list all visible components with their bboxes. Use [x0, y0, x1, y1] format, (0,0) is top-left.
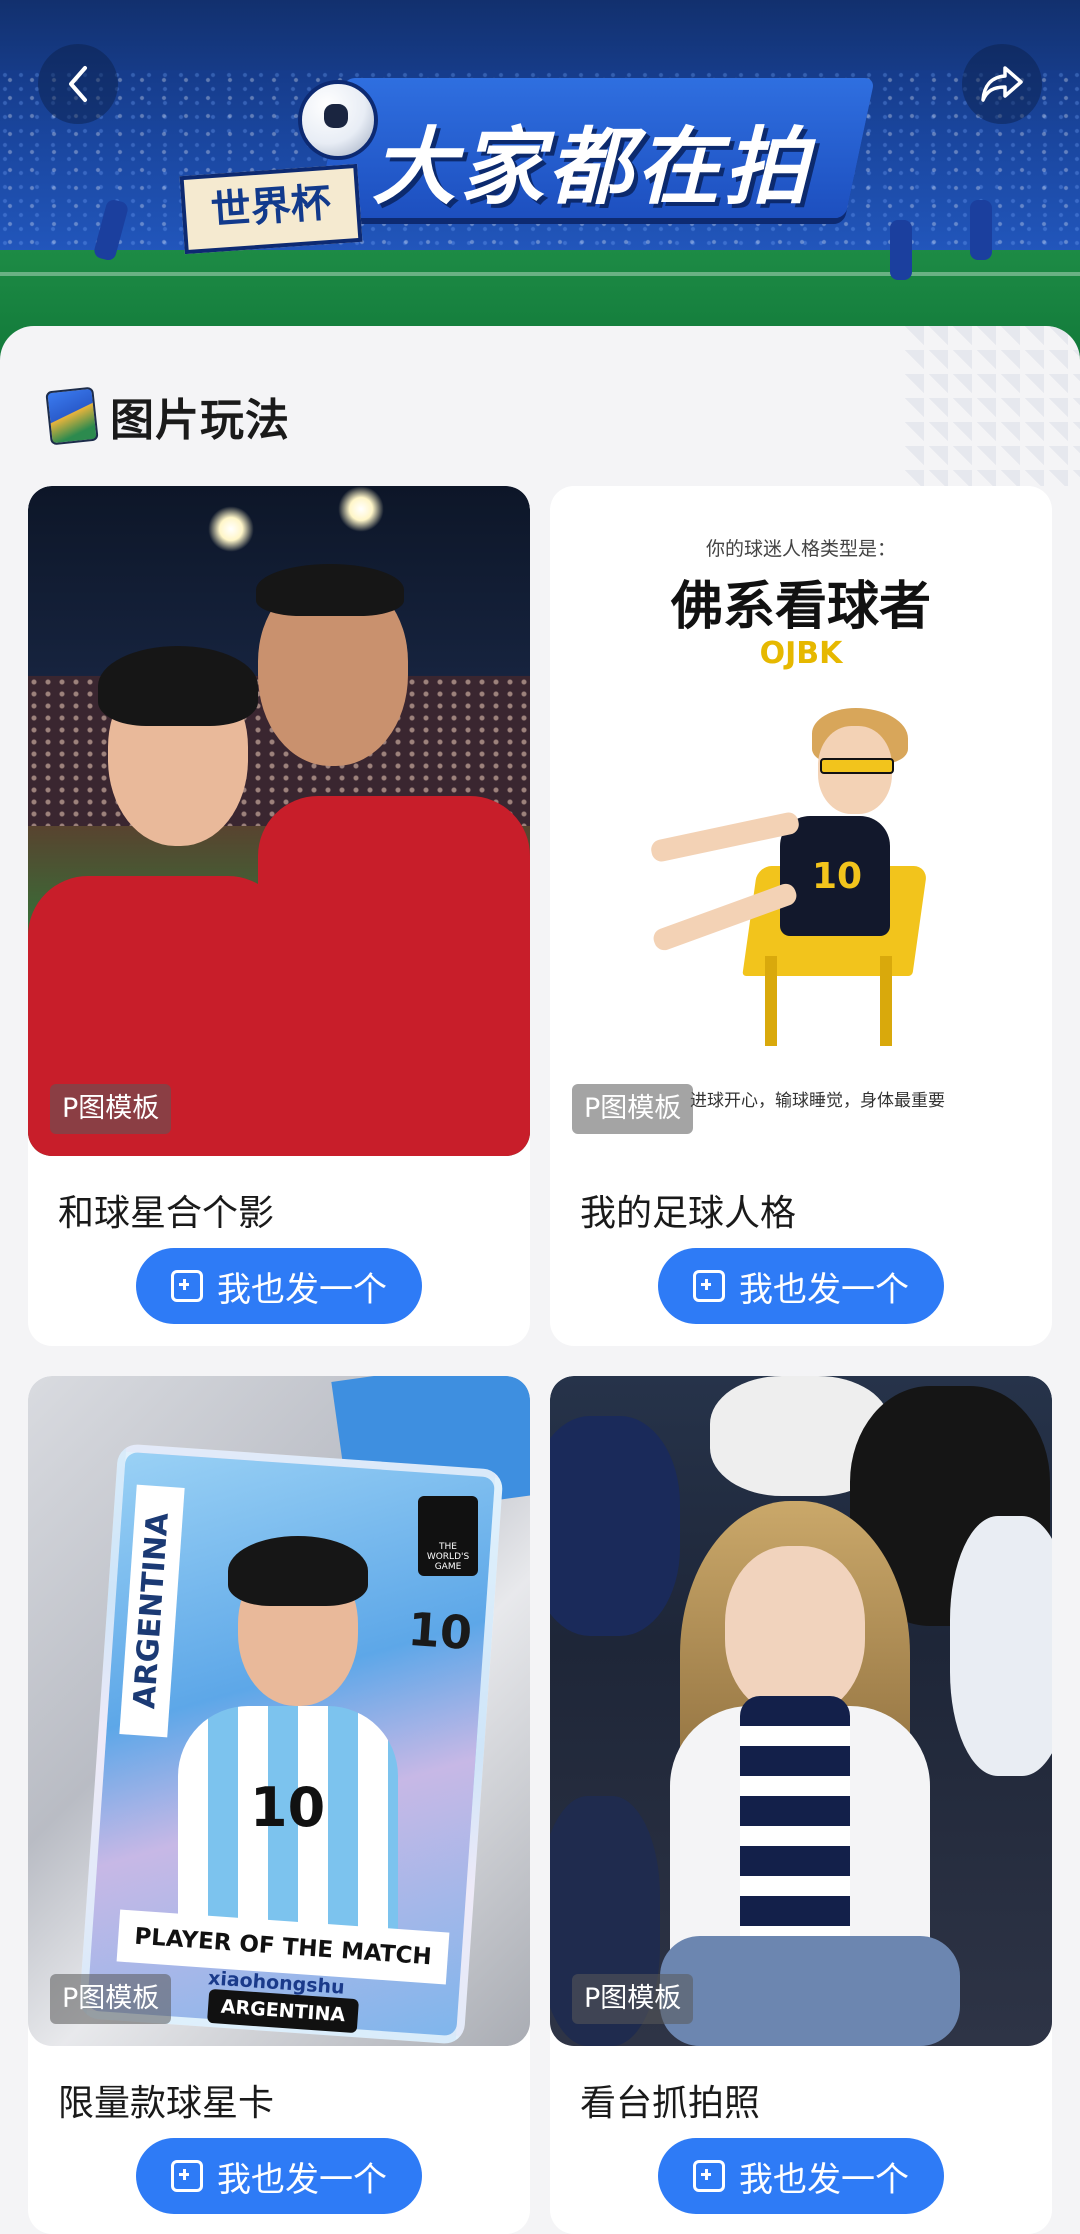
post-one-label: 我也发一个	[217, 2159, 387, 2200]
template-card[interactable]: P图模板 看台抓拍照 我也发一个	[550, 1376, 1052, 2234]
post-one-button[interactable]: 我也发一个	[136, 1248, 422, 1324]
add-post-icon	[693, 2160, 725, 2192]
figure-leg	[649, 810, 801, 864]
template-preview-image[interactable]: P图模板	[28, 486, 530, 1156]
template-badge: P图模板	[50, 1084, 172, 1134]
spectator	[950, 1516, 1052, 1776]
world-cup-tag: 世界杯	[179, 163, 363, 255]
figure-jersey-number: 10	[812, 856, 863, 897]
person-hair	[228, 1536, 368, 1606]
chair-leg	[765, 956, 777, 1046]
template-preview-image[interactable]: ARGENTINA THE WORLD'S GAME 10 10 PLAYER …	[28, 1376, 530, 2046]
share-icon	[981, 66, 1023, 102]
person-hair	[256, 564, 404, 616]
jeans	[660, 1936, 960, 2046]
card-title: 和球星合个影	[58, 1193, 275, 1234]
personality-footer: 进球开心，输球睡觉，身体最重要	[690, 1091, 945, 1111]
jersey-number: 10	[250, 1776, 326, 1839]
post-one-button[interactable]: 我也发一个	[658, 2138, 944, 2214]
pixel-decoration	[900, 326, 1080, 486]
red-jersey	[258, 796, 530, 1156]
post-one-label: 我也发一个	[217, 1269, 387, 1310]
card-number: 10	[406, 1601, 474, 1661]
photos-icon	[45, 386, 99, 446]
template-badge: P图模板	[572, 1084, 694, 1134]
template-badge: P图模板	[572, 1974, 694, 2024]
card-logo: THE WORLD'S GAME	[418, 1496, 478, 1576]
person-hair	[98, 646, 258, 726]
card-title: 限量款球星卡	[58, 2083, 275, 2124]
spectator	[550, 1416, 680, 1636]
section-title: 图片玩法	[110, 395, 290, 446]
pitch-line	[0, 272, 1080, 276]
template-card[interactable]: 你的球迷人格类型是： 佛系看球者 OJBK 10 进球开心，输球睡觉，身体最重要…	[550, 486, 1052, 1346]
chevron-left-icon	[69, 66, 87, 102]
section-header: 图片玩法	[45, 386, 290, 446]
football-icon	[298, 80, 378, 160]
add-post-icon	[693, 1270, 725, 1302]
stadium-light	[338, 486, 384, 532]
player-figure	[890, 220, 912, 280]
share-button[interactable]	[962, 44, 1042, 124]
personality-type: 佛系看球者	[670, 577, 931, 637]
template-preview-image[interactable]: P图模板	[550, 1376, 1052, 2046]
template-card[interactable]: ARGENTINA THE WORLD'S GAME 10 10 PLAYER …	[28, 1376, 530, 2234]
personality-code: OJBK	[759, 636, 843, 671]
post-one-button[interactable]: 我也发一个	[136, 2138, 422, 2214]
stadium-light	[208, 506, 254, 552]
chair-leg	[880, 956, 892, 1046]
banner-title: 大家都在拍	[372, 118, 813, 216]
back-button[interactable]	[38, 44, 118, 124]
add-post-icon	[171, 2160, 203, 2192]
template-card[interactable]: P图模板 和球星合个影 我也发一个	[28, 486, 530, 1346]
add-post-icon	[171, 1270, 203, 1302]
card-title: 我的足球人格	[580, 1193, 797, 1234]
post-one-label: 我也发一个	[739, 2159, 909, 2200]
template-badge: P图模板	[50, 1974, 172, 2024]
header-banner: 大家都在拍 世界杯	[0, 0, 1080, 360]
person-face	[725, 1546, 865, 1716]
card-title: 看台抓拍照	[580, 2083, 761, 2124]
player-figure	[970, 200, 992, 260]
post-one-button[interactable]: 我也发一个	[658, 1248, 944, 1324]
figure-glasses	[820, 758, 894, 774]
template-preview-image[interactable]: 你的球迷人格类型是： 佛系看球者 OJBK 10 进球开心，输球睡觉，身体最重要…	[550, 486, 1052, 1156]
post-one-label: 我也发一个	[739, 1269, 909, 1310]
personality-question: 你的球迷人格类型是：	[705, 538, 896, 560]
